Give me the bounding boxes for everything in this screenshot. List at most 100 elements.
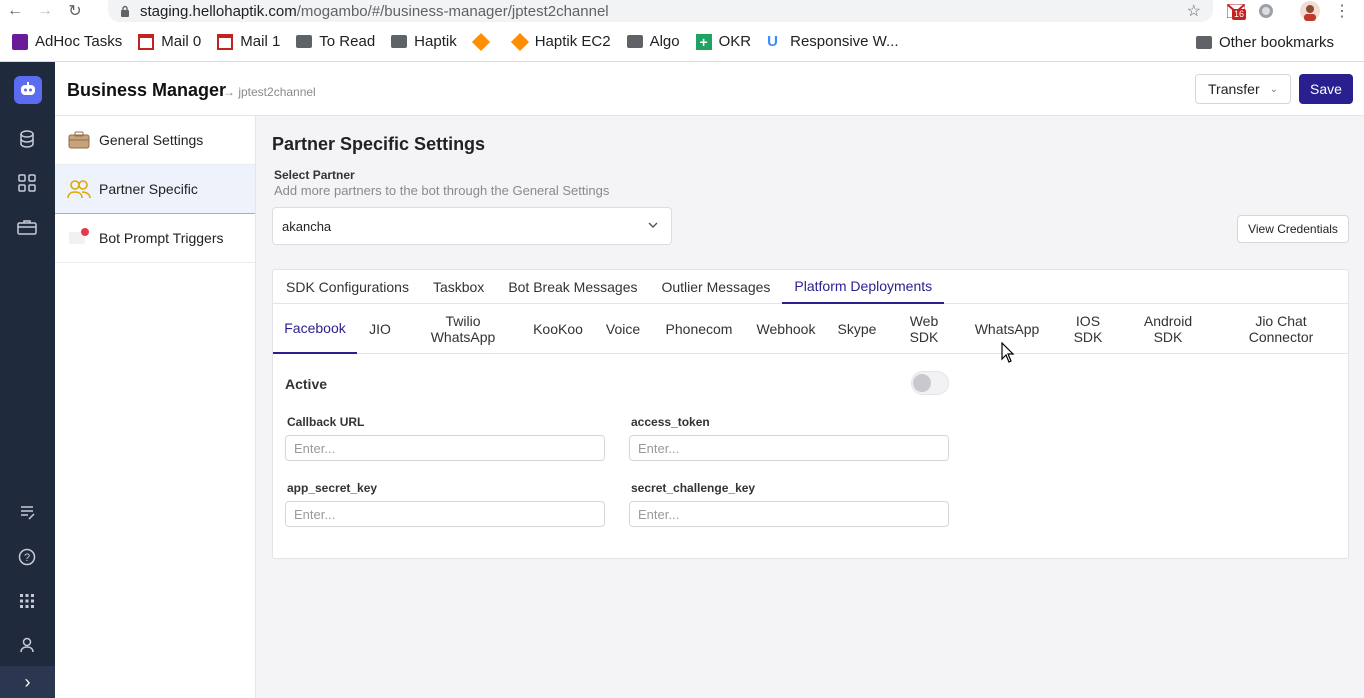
tab-sdk-configurations[interactable]: SDK Configurations	[274, 270, 421, 304]
settings-tabs: SDK Configurations Taskbox Bot Break Mes…	[273, 270, 1348, 304]
app-secret-key-label: app_secret_key	[287, 481, 378, 495]
mouse-cursor-icon	[1001, 342, 1015, 363]
sidebar-item-partner-specific[interactable]: Partner Specific	[55, 165, 255, 214]
bot-name-breadcrumb: → jptest2channel	[223, 85, 316, 99]
folder-icon	[391, 35, 408, 48]
settings-sidebar: General Settings Partner Specific Bot Pr…	[55, 116, 256, 698]
users-icon	[67, 178, 91, 200]
chat-alert-icon	[67, 227, 91, 249]
transfer-dropdown[interactable]: Transfer ⌄	[1195, 74, 1291, 104]
platform-tab-web-sdk[interactable]: Web SDK	[899, 304, 949, 354]
tab-bot-break-messages[interactable]: Bot Break Messages	[496, 270, 649, 304]
app-header: Business Manager → jptest2channel Transf…	[55, 62, 1364, 116]
bookmark-algo[interactable]: Algo	[626, 33, 680, 50]
settings-card: SDK Configurations Taskbox Bot Break Mes…	[272, 269, 1349, 559]
forward-icon[interactable]: →	[30, 0, 60, 22]
u-icon: U	[767, 32, 778, 50]
transfer-label: Transfer	[1208, 81, 1260, 97]
bookmarks-bar: AdHoc Tasks Mail 0 Mail 1 To Read Haptik…	[0, 22, 1364, 62]
view-credentials-button[interactable]: View Credentials	[1237, 215, 1349, 243]
bookmark-star-icon[interactable]: ☆	[1187, 1, 1201, 21]
bookmark-mail-1[interactable]: Mail 1	[217, 33, 280, 50]
gmail-icon	[217, 33, 234, 50]
bookmark-haptik[interactable]: Haptik	[391, 33, 457, 50]
callback-url-input[interactable]	[285, 435, 605, 461]
svg-text:?: ?	[24, 552, 30, 564]
url-path: /mogambo/#/business-manager/jptest2chann…	[296, 2, 609, 20]
gmail-badge: 16	[1232, 9, 1247, 20]
partner-select[interactable]: akancha	[272, 207, 672, 245]
access-token-label: access_token	[631, 415, 710, 429]
bookmark-aws[interactable]	[471, 32, 496, 51]
list-icon	[12, 33, 28, 50]
tab-taskbox[interactable]: Taskbox	[421, 270, 496, 304]
back-icon[interactable]: ←	[0, 0, 30, 22]
tab-outlier-messages[interactable]: Outlier Messages	[649, 270, 782, 304]
help-icon[interactable]: ?	[16, 546, 38, 568]
sidebar-item-bot-prompt-triggers[interactable]: Bot Prompt Triggers	[55, 214, 255, 263]
platform-tabs: Facebook JIO Twilio WhatsApp KooKoo Voic…	[273, 304, 1348, 354]
grid-icon[interactable]	[16, 172, 38, 194]
sidebar-item-general-settings[interactable]: General Settings	[55, 116, 255, 165]
platform-tab-facebook[interactable]: Facebook	[273, 304, 357, 354]
bookmark-mail-0[interactable]: Mail 0	[138, 33, 201, 50]
browser-toolbar: ← → ↻ staging.hellohaptik.com/mogambo/#/…	[0, 0, 1364, 22]
platform-tab-jio[interactable]: JIO	[357, 304, 403, 354]
notes-icon[interactable]	[16, 501, 38, 523]
haptik-logo-icon[interactable]	[14, 76, 42, 104]
gmail-extension-icon[interactable]: 16	[1226, 1, 1247, 21]
secret-challenge-key-input[interactable]	[629, 501, 949, 527]
platform-tab-kookoo[interactable]: KooKoo	[523, 304, 593, 354]
bookmark-other[interactable]: Other bookmarks	[1195, 34, 1334, 51]
folder-icon	[626, 35, 643, 48]
platform-tab-phonecom[interactable]: Phonecom	[657, 304, 741, 354]
select-partner-help: Add more partners to the bot through the…	[274, 183, 610, 198]
platform-tab-webhook[interactable]: Webhook	[749, 304, 823, 354]
briefcase-icon	[67, 129, 91, 151]
url-host: staging.hellohaptik.com	[140, 2, 297, 20]
cube-icon	[471, 32, 490, 51]
bookmark-to-read[interactable]: To Read	[296, 33, 375, 50]
main-content: Partner Specific Settings Select Partner…	[256, 116, 1364, 698]
secret-challenge-key-label: secret_challenge_key	[631, 481, 756, 495]
browser-menu-icon[interactable]: ⋮	[1332, 1, 1352, 21]
reload-icon[interactable]: ↻	[60, 0, 90, 22]
app-rail: ? ›	[0, 62, 55, 698]
user-icon[interactable]	[16, 634, 38, 656]
chevron-down-icon: ⌄	[1269, 83, 1278, 95]
platform-tab-ios-sdk[interactable]: IOS SDK	[1063, 304, 1113, 354]
access-token-input[interactable]	[629, 435, 949, 461]
active-toggle[interactable]	[911, 371, 949, 395]
app-secret-key-input[interactable]	[285, 501, 605, 527]
sidebar-item-label: General Settings	[99, 132, 204, 148]
gmail-icon	[138, 33, 155, 50]
bookmark-haptik-ec2[interactable]: Haptik EC2	[510, 32, 611, 51]
platform-tab-twilio-whatsapp[interactable]: Twilio WhatsApp	[413, 304, 513, 354]
database-icon[interactable]	[16, 128, 38, 150]
platform-tab-voice[interactable]: Voice	[597, 304, 649, 354]
bookmark-adhoc-tasks[interactable]: AdHoc Tasks	[12, 33, 122, 50]
toggle-knob	[913, 374, 931, 392]
cube-icon	[510, 32, 529, 51]
save-button[interactable]: Save	[1299, 74, 1353, 104]
briefcase-icon[interactable]	[16, 216, 38, 238]
platform-tab-skype[interactable]: Skype	[829, 304, 885, 354]
platform-tab-android-sdk[interactable]: Android SDK	[1135, 304, 1201, 354]
profile-avatar-icon[interactable]	[1300, 1, 1320, 21]
address-bar[interactable]: staging.hellohaptik.com/mogambo/#/busine…	[108, 0, 1213, 22]
section-title: Partner Specific Settings	[272, 134, 486, 154]
apps-icon[interactable]	[16, 590, 38, 612]
expand-rail-icon[interactable]: ›	[0, 666, 55, 698]
sidebar-item-label: Bot Prompt Triggers	[99, 230, 224, 246]
sidebar-item-label: Partner Specific	[99, 181, 198, 197]
bookmark-responsive[interactable]: U Responsive W...	[767, 33, 898, 50]
bookmark-okr[interactable]: + OKR	[695, 33, 751, 50]
callback-url-label: Callback URL	[287, 415, 365, 429]
platform-tab-jio-chat-connector[interactable]: Jio Chat Connector	[1239, 304, 1323, 354]
extension-circle-icon[interactable]	[1256, 1, 1276, 21]
chevron-down-icon	[648, 222, 658, 228]
lock-icon	[121, 5, 129, 17]
select-partner-label: Select Partner	[274, 168, 355, 182]
tab-platform-deployments[interactable]: Platform Deployments	[782, 270, 945, 304]
folder-icon	[1195, 36, 1212, 49]
